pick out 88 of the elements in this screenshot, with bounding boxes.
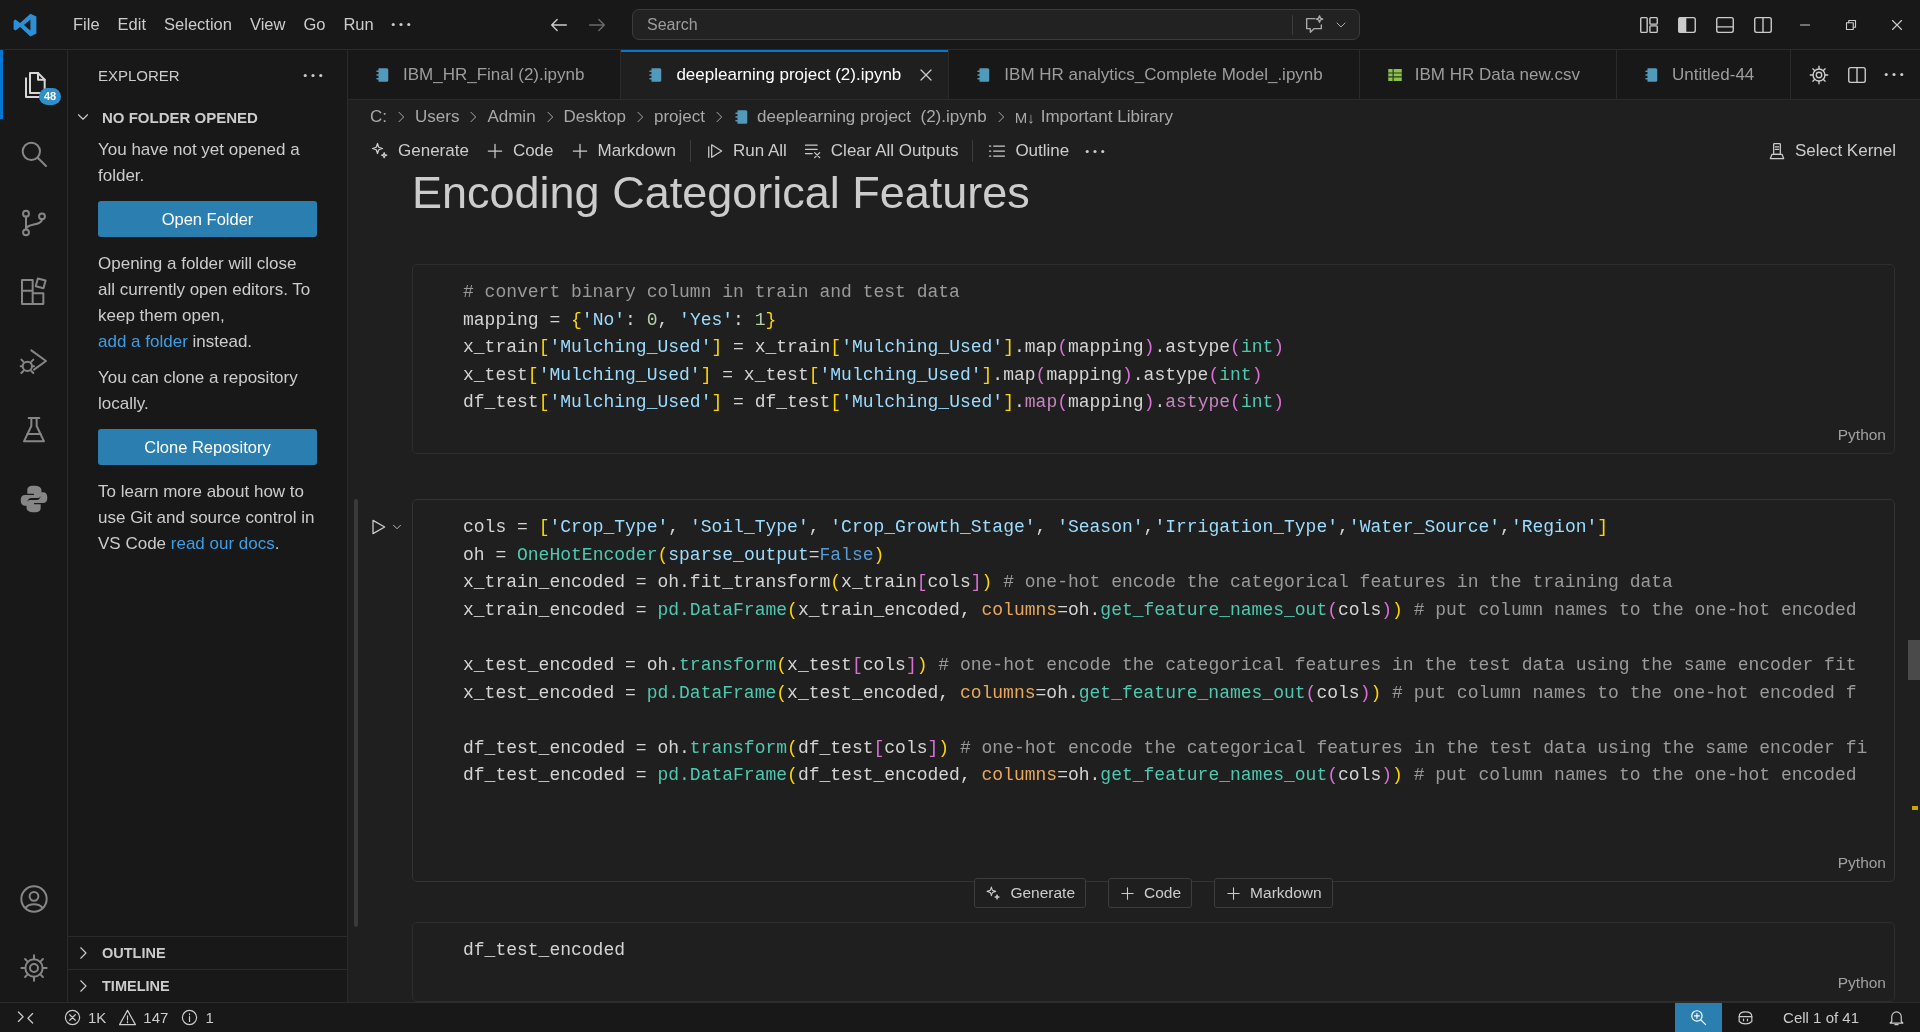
editor-tab[interactable]: IBM HR analytics_Complete Model_.ipynb [949, 50, 1360, 99]
scrollbar-thumb[interactable] [1908, 640, 1920, 680]
code-line: x_test_encoded = pd.DataFrame(x_test_encoded, columns=oh.get_feature_names_out(cols)) # put column names to the one-hot encoded f [463, 681, 1858, 705]
account-icon [17, 882, 50, 915]
plus-icon [1119, 884, 1137, 902]
code-line: # convert binary column in train and test data [463, 281, 961, 304]
editor-tab[interactable]: Untitled-44 [1617, 50, 1792, 99]
cell-position[interactable]: Cell 1 of 41 [1769, 1003, 1873, 1032]
code-line: df_test_encoded [463, 939, 627, 963]
sidebar-message: Opening a folder will close all currently open editors. To keep them open, add a folder instead. [98, 253, 312, 353]
sidebar-title: EXPLORER [98, 66, 180, 84]
more-icon [1085, 148, 1106, 154]
problem-count[interactable]: 147 [143, 1009, 169, 1026]
more-icon[interactable] [303, 72, 323, 78]
remote-icon[interactable] [16, 1008, 35, 1027]
breadcrumb-item[interactable]: Users [415, 107, 460, 127]
problem-count[interactable]: 1 [205, 1009, 214, 1026]
cell-language[interactable]: Python [1837, 973, 1886, 992]
add-cell-button[interactable]: Markdown [561, 138, 684, 164]
clear-outputs-button[interactable]: Clear All Outputs [794, 138, 967, 164]
menu-item[interactable]: File [64, 11, 109, 38]
code-line: df_test['Mulching_Used'] = df_test['Mulching_Used'].map(mapping).astype(int) [463, 391, 1286, 415]
search-field[interactable]: Search [647, 15, 1282, 34]
generate-button[interactable]: Generate [974, 878, 1087, 909]
generate-button[interactable]: Generate [362, 138, 477, 164]
docs-link[interactable]: read our docs [170, 534, 275, 553]
more-icon[interactable] [390, 22, 411, 27]
code-cell[interactable] [412, 498, 1895, 883]
editor-tab[interactable]: deeplearning project (2).ipynb [621, 50, 950, 99]
breadcrumb-item[interactable]: C: [370, 107, 387, 127]
action-button[interactable]: Clone Repository [98, 429, 317, 465]
outline-button[interactable]: Outline [979, 138, 1078, 164]
breadcrumb-item[interactable]: project [653, 107, 705, 127]
menu-item[interactable]: Edit [108, 11, 156, 38]
table-icon [1385, 65, 1404, 84]
run-all-button[interactable]: Run All [696, 138, 795, 164]
editor-tab[interactable]: IBM HR Data new.csv [1359, 50, 1618, 99]
menu-item[interactable]: Selection [155, 11, 241, 38]
code-line: cols = ['Crop_Type', 'Soil_Type', 'Crop_Growth_Stage', 'Season','Irrigation_Type','Water_Source','Region'] [463, 515, 1610, 539]
code-line: mapping = {'No': 0, 'Yes': 1} [463, 308, 778, 332]
error-icon[interactable] [63, 1008, 82, 1027]
chat-sparkle-icon[interactable] [1303, 13, 1325, 36]
bell-icon[interactable] [1887, 1008, 1906, 1027]
code-cell[interactable]: df_test_encoded Python [412, 922, 1895, 1002]
search-bar[interactable]: Search [632, 9, 1360, 40]
cell-language[interactable]: Python [1837, 425, 1886, 444]
problem-count[interactable]: 1K [88, 1009, 107, 1026]
sidebar-message: To learn more about how to use Git and source control in VS Code read our docs. [98, 481, 316, 555]
sidebar-message: You can clone a repository locally. [98, 367, 299, 415]
settings-icon[interactable] [1808, 63, 1830, 86]
code-line: x_test_encoded = oh.transform(x_test[cols]) # one-hot encode the categorical features in the test data using the same encoder fit [463, 653, 1858, 677]
more-icon[interactable] [1884, 72, 1904, 77]
overview-marker [1912, 806, 1918, 810]
sparkle-icon [985, 884, 1003, 902]
code-line: df_test_encoded = pd.DataFrame(df_test_encoded, columns=oh.get_feature_names_out(cols)) # put column names to the one-hot encoded [463, 764, 1858, 788]
markdown-heading: Encoding Categorical Features [412, 168, 1031, 218]
warning-icon[interactable] [118, 1008, 138, 1027]
breadcrumb-item[interactable]: M↓ Important Libirary [1014, 107, 1173, 127]
code-line: df_test_encoded = oh.transform(df_test[cols]) # one-hot encode the categorical features in the test data using the same encoder fi [463, 736, 1869, 760]
breadcrumb-item[interactable]: Desktop [563, 107, 626, 127]
panel-header[interactable]: OUTLINE [68, 936, 347, 969]
add-cell-button[interactable]: Code [1108, 878, 1193, 909]
select-kernel-button[interactable]: Select Kernel [1758, 138, 1904, 164]
zoom-status-item[interactable] [1675, 1003, 1723, 1032]
docs-link[interactable]: add a folder [98, 332, 188, 351]
menu-item[interactable]: Go [294, 11, 335, 38]
plus-icon [1225, 884, 1243, 902]
breadcrumb-item[interactable]: deeplearning project (2).ipynb [733, 107, 987, 127]
count-badge: 48 [39, 88, 62, 105]
app-logo-icon [12, 11, 38, 38]
code-line: x_train['Mulching_Used'] = x_train['Mulching_Used'].map(mapping).astype(int) [463, 336, 1286, 360]
code-line: x_train_encoded = pd.DataFrame(x_train_encoded, columns=oh.get_feature_names_out(cols)) # put column names to the one-hot encoded [463, 598, 1858, 622]
code-line: oh = OneHotEncoder(sparse_output=False) [463, 543, 886, 567]
add-cell-button[interactable]: Markdown [1214, 878, 1333, 909]
cell-language[interactable]: Python [1837, 854, 1886, 873]
menu-item[interactable]: View [240, 11, 295, 38]
action-button[interactable]: Open Folder [98, 201, 317, 237]
zoom-in-icon [1689, 1008, 1709, 1027]
sidebar-message: You have not yet opened a folder. [98, 139, 301, 187]
code-line: x_train_encoded = oh.fit_transform(x_train[cols]) # one-hot encode the categorical features in the training data [463, 571, 1674, 595]
breadcrumb-item[interactable]: Admin [487, 107, 536, 127]
menu-item[interactable]: Run [334, 11, 383, 38]
settings-icon [17, 951, 50, 984]
add-cell-button[interactable]: Code [476, 138, 562, 164]
code-line: x_test['Mulching_Used'] = x_test['Mulching_Used'].map(mapping).astype(int) [463, 363, 1264, 387]
section-header[interactable]: NO FOLDER OPENED [68, 100, 347, 134]
sparkle-icon [370, 141, 390, 161]
info-icon[interactable] [180, 1008, 200, 1027]
